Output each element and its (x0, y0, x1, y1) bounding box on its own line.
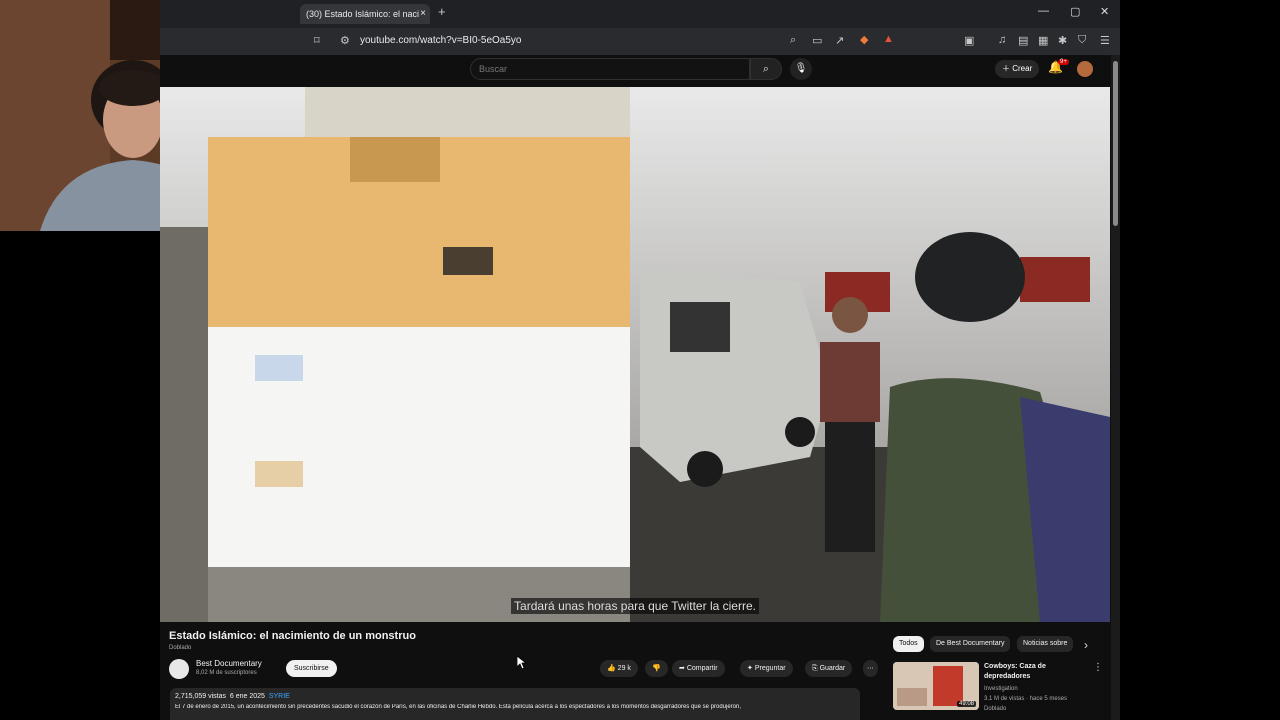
save-button[interactable]: ⎘ Guardar (805, 660, 853, 677)
save-label: Guardar (819, 665, 846, 672)
recommended-meta: 3.1 M de vistas · hace 5 meses (984, 696, 1068, 702)
sidebar-icon[interactable]: ▤ (1018, 34, 1028, 47)
screenshot-icon[interactable]: ▣ (964, 34, 974, 47)
mouse-cursor-icon (517, 656, 527, 670)
censor-pixels (160, 87, 630, 622)
thumbs-down-icon: 👎 (652, 665, 661, 672)
description-text: El 7 de enero de 2015, un acontecimiento… (175, 704, 742, 710)
description-meta: 2,715,059 vistas 6 ene 2025 SYRIE (175, 693, 290, 700)
video-frame (160, 87, 1110, 622)
thumbs-up-icon: 👍 (607, 665, 616, 672)
subscriber-count: 8,02 M de suscriptores (196, 670, 257, 676)
like-count: 29 k (617, 665, 631, 672)
recommended-menu-icon[interactable]: ⋮ (1093, 662, 1103, 673)
browser-tab[interactable]: (30) Estado Islámico: el naci × (300, 4, 430, 24)
cast-icon[interactable]: ▭ (812, 34, 822, 47)
mic-icon: 🎙 (794, 63, 808, 74)
ask-button[interactable]: ✦ Preguntar (740, 660, 793, 677)
zoom-icon[interactable]: ⌕ (790, 34, 796, 47)
recommended-channel[interactable]: Investigation (984, 686, 1018, 692)
bookmark-icon[interactable]: ⌑ (314, 34, 320, 47)
subtitle-caption: Tardará unas horas para que Twitter la c… (160, 598, 1110, 614)
video-player[interactable]: Tardará unas horas para que Twitter la c… (160, 87, 1110, 622)
create-label: Crear (1012, 64, 1033, 73)
tab-title: (30) Estado Islámico: el naci (306, 9, 420, 19)
scrollbar-thumb[interactable] (1113, 61, 1118, 226)
music-icon[interactable]: ♫ (998, 34, 1006, 46)
page-scrollbar[interactable] (1111, 55, 1120, 720)
extensions-icon[interactable]: ✱ (1058, 34, 1067, 47)
video-title: Estado Islámico: el nacimiento de un mon… (169, 630, 416, 642)
account-avatar[interactable] (1077, 61, 1093, 77)
maximize-button[interactable]: ▢ (1070, 5, 1080, 18)
menu-icon[interactable]: ☰ (1100, 34, 1110, 47)
video-duration: 49:08 (956, 701, 976, 707)
chevron-right-icon[interactable]: › (1084, 638, 1088, 652)
search-icon: ⌕ (762, 63, 770, 75)
search-input[interactable]: Buscar (470, 58, 750, 80)
address-bar: ⌑ ⚙ youtube.com/watch?v=BI0-5eOa5yo ⌕ ▭ … (160, 28, 1120, 55)
close-tab-icon[interactable]: × (420, 4, 426, 24)
voice-search-button[interactable]: 🎙 (790, 58, 812, 80)
dubbed-label: Doblado (169, 645, 192, 651)
chip-channel[interactable]: De Best Documentary (930, 636, 1011, 652)
notifications-badge: 9+ (1058, 59, 1069, 65)
hashtag-link[interactable]: SYRIE (269, 693, 290, 700)
upload-date: 6 ene 2025 (229, 693, 265, 700)
minimize-button[interactable]: — (1038, 5, 1049, 17)
vpn-icon[interactable]: ⛉ (1078, 34, 1086, 47)
dislike-button[interactable]: 👎 (645, 660, 668, 677)
share-label: Compartir (686, 665, 718, 672)
new-tab-button[interactable]: + (438, 4, 446, 19)
tab-bar: (30) Estado Islámico: el naci × + — ▢ ✕ (160, 0, 1120, 28)
channel-avatar[interactable] (169, 659, 189, 679)
url-field[interactable]: youtube.com/watch?v=BI0-5eOa5yo (360, 35, 521, 46)
subscribe-button[interactable]: Suscribirse (286, 660, 337, 677)
rewards-icon[interactable]: ▲ (883, 33, 894, 45)
wallet-icon[interactable]: ▦ (1038, 34, 1048, 47)
recommended-title[interactable]: Cowboys: Caza de depredadores (984, 662, 1079, 682)
close-window-button[interactable]: ✕ (1100, 5, 1109, 18)
youtube-header: Buscar ⌕ 🎙 ＋ Crear 🔔 9+ (160, 55, 1110, 87)
browser-window: (30) Estado Islámico: el naci × + — ▢ ✕ … (160, 0, 1120, 720)
search-button[interactable]: ⌕ (750, 58, 782, 80)
bookmark-save-icon: ⎘ (812, 665, 818, 672)
recommended-dubbed: Doblado (984, 706, 1007, 712)
site-settings-icon[interactable]: ⚙ (340, 34, 350, 47)
recommended-thumbnail[interactable]: 49:08 (893, 662, 979, 710)
view-count: 2,715,059 vistas (175, 693, 226, 700)
chip-news[interactable]: Noticias sobre (1017, 636, 1074, 652)
brave-shield-icon[interactable]: ◆ (860, 33, 868, 46)
share-icon: ➦ (679, 665, 685, 672)
share-button[interactable]: ➦ Compartir (672, 660, 725, 677)
share-page-icon[interactable]: ↗ (835, 34, 844, 47)
create-button[interactable]: ＋ Crear (995, 60, 1040, 78)
more-actions-button[interactable]: ⋯ (863, 660, 878, 677)
like-button[interactable]: 👍 29 k (600, 660, 638, 677)
channel-name[interactable]: Best Documentary (196, 659, 262, 668)
ask-label: Preguntar (754, 665, 786, 672)
chip-all[interactable]: Todos (893, 636, 924, 652)
sparkle-icon: ✦ (747, 665, 753, 672)
